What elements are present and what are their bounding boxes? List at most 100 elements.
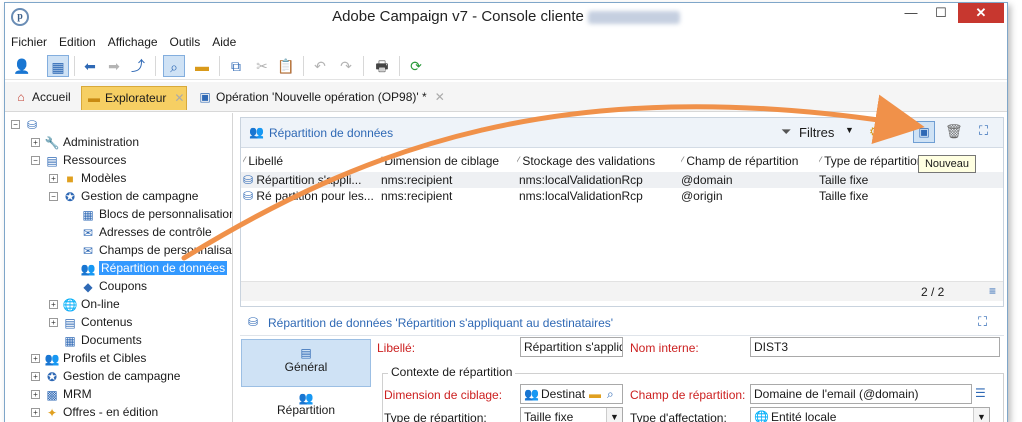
tree-item-modeles[interactable]: + ■ Modèles [49,169,126,187]
menu-aide[interactable]: Aide [206,33,242,49]
tab-general[interactable]: ▤ Général [241,339,371,387]
tree-item-documents[interactable]: ▦ Documents [62,331,141,349]
tree-item-adresses[interactable]: ✉ Adresses de contrôle [80,223,212,241]
tab-repartition[interactable]: 👥 Répartition [241,391,371,422]
list-pane: 👥 Répartition de données ⏷ Filtres ▼ ⚙ ▣… [240,117,1004,307]
menu-outils[interactable]: Outils [164,33,207,49]
tab-label: Explorateur [105,91,167,105]
list-column-headers: ⁄ Libellé ⁄ Dimension de ciblage ⁄ Stock… [241,152,1003,170]
workflow-icon[interactable]: ⚙ [869,124,881,140]
chevron-down-icon[interactable]: ▼ [606,408,622,422]
column-champ[interactable]: ⁄ Champ de répartition [681,152,821,170]
tab-explorateur[interactable]: ▬ Explorateur ✕ [81,86,187,110]
tree-root[interactable]: − ⛁ [11,115,43,133]
cut-icon[interactable]: ✂ [251,55,273,77]
close-tab-icon[interactable]: ✕ [174,91,184,105]
trash-icon[interactable]: 🗑 [945,123,963,140]
redo-icon[interactable]: ↷ [335,55,357,77]
tree-item-contenus[interactable]: + ▤ Contenus [49,313,132,331]
type-select[interactable]: Taille fixe ▼ [520,407,623,422]
offers-icon: ✦ [46,405,58,420]
assign-label: Type d'affectation: [630,411,727,422]
maximize-detail-icon[interactable]: ⛶ [978,314,987,330]
row-dimension: nms:recipient [381,173,453,187]
explorer-view-icon[interactable]: ▦ [47,55,69,77]
row-stockage: nms:localValidationRcp [519,173,643,187]
internal-name-input[interactable]: DIST3 [750,337,1000,357]
globe-icon: 🌐 [62,297,78,312]
filters-button[interactable]: Filtres [799,125,834,140]
folder-icon[interactable]: ▬ [191,55,213,77]
back-arrow-icon[interactable]: ⬅ [79,55,101,77]
close-window-button[interactable]: ✕ [958,3,1004,23]
tree-item-ressources[interactable]: − ▤ Ressources [31,151,126,169]
close-tab-icon[interactable]: ✕ [435,90,445,104]
campaign-icon: ✪ [64,189,76,204]
tree-item-champs[interactable]: ✉Champs de personnalisation [80,241,232,259]
documents-icon: ▦ [64,333,76,348]
minimize-button[interactable]: — [897,3,925,23]
column-type[interactable]: ⁄ Type de répartition [819,152,927,170]
new-record-button[interactable]: ▣ [913,121,935,143]
table-row[interactable]: ⛁ Ré partition pour les... nms:recipient… [241,188,1003,204]
filter-icon[interactable]: ⏷ [781,124,791,140]
tooltip-nouveau: Nouveau [918,155,976,173]
tree-item-gestion-campagne-2[interactable]: + ✪ Gestion de campagne [31,367,180,385]
forward-arrow-icon[interactable]: ➡ [103,55,125,77]
context-title: Contexte de répartition [388,365,516,379]
tree-item-blocs[interactable]: ▦ Blocs de personnalisation [80,205,232,223]
tree-item-mrm[interactable]: + ▩ MRM [31,385,92,403]
paste-icon[interactable]: 📋 [275,55,297,77]
list-config-icon[interactable]: ≡ [989,284,996,298]
folder-icon: ▬ [88,91,100,105]
print-icon[interactable]: 🖶 [371,55,393,77]
tree-item-gestion-campagne[interactable]: − ✪ Gestion de campagne [49,187,198,205]
search-folder-icon[interactable]: ⌕ [163,55,185,77]
filters-dropdown-icon[interactable]: ▼ [845,125,854,135]
menu-affichage[interactable]: Affichage [102,33,164,49]
tree-item-administration[interactable]: + 🔧 Administration [31,133,139,151]
parent-folder-icon[interactable]: ⤴ [127,55,149,77]
blurred-username [587,10,680,24]
record-count: 2 / 2 [921,285,945,299]
tree-item-offres[interactable]: + ✦ Offres - en édition [31,403,158,421]
column-libelle[interactable]: ⁄ Libellé [243,152,378,170]
row-type: Taille fixe [819,189,869,203]
tree-item-coupons[interactable]: ◆ Coupons [80,277,147,295]
expression-editor-icon[interactable]: ☰ [975,386,986,400]
folder-icon: ■ [66,171,74,186]
tree-item-online[interactable]: + 🌐 On-line [49,295,120,313]
libelle-input[interactable]: Répartition s'appliq [520,337,623,357]
column-dimension[interactable]: ⁄ Dimension de ciblage [379,152,514,170]
tab-accueil[interactable]: ⌂ Accueil [9,86,79,110]
wrench-icon: 🔧 [44,135,60,150]
copy-icon[interactable]: ⧉ [225,55,247,77]
column-stockage[interactable]: ⁄ Stockage des validations [517,152,687,170]
field-input[interactable]: Domaine de l'email (@domain) [750,384,972,404]
fields-icon: ✉ [82,243,94,258]
distribution-icon: ⛁ [243,173,257,187]
table-row[interactable]: ⛁ Répartition s'appli... nms:recipient n… [241,172,1003,188]
undo-icon[interactable]: ↶ [309,55,331,77]
connect-user-icon[interactable]: 👤 [11,55,33,77]
folder-icon[interactable]: ▬ [589,385,601,403]
tree-item-profils[interactable]: + 👥 Profils et Cibles [31,349,146,367]
dimension-input[interactable]: 👥 Destinat ▬ ⌕ [520,384,623,404]
refresh-icon[interactable]: ⟳ [405,55,427,77]
tree-item-repartition[interactable]: 👥 Répartition de données [80,259,228,277]
assign-select[interactable]: 🌐 Entité locale ▼ [750,407,990,422]
internal-name-label: Nom interne: [630,341,699,355]
tab-operation[interactable]: ▣ Opération 'Nouvelle opération (OP98)' *… [193,86,463,110]
menu-fichier[interactable]: Fichier [5,33,53,49]
explorer-tree: − ⛁ + 🔧 Administration − ▤ Ressources + ■ Modèl… [5,113,233,422]
mrm-icon: ▩ [46,387,58,402]
menu-bar: Fichier Edition Affichage Outils Aide [5,33,1007,51]
menu-edition[interactable]: Edition [53,33,102,49]
search-icon[interactable]: ⌕ [607,385,614,403]
field-label: Champ de répartition: [630,388,746,402]
dimension-label: Dimension de ciblage: [384,388,503,402]
chevron-down-icon[interactable]: ▼ [973,408,989,422]
globe-icon: 🌐 [754,410,769,422]
maximize-pane-icon[interactable]: ⛶ [979,123,988,139]
maximize-button[interactable]: ☐ [927,3,955,23]
